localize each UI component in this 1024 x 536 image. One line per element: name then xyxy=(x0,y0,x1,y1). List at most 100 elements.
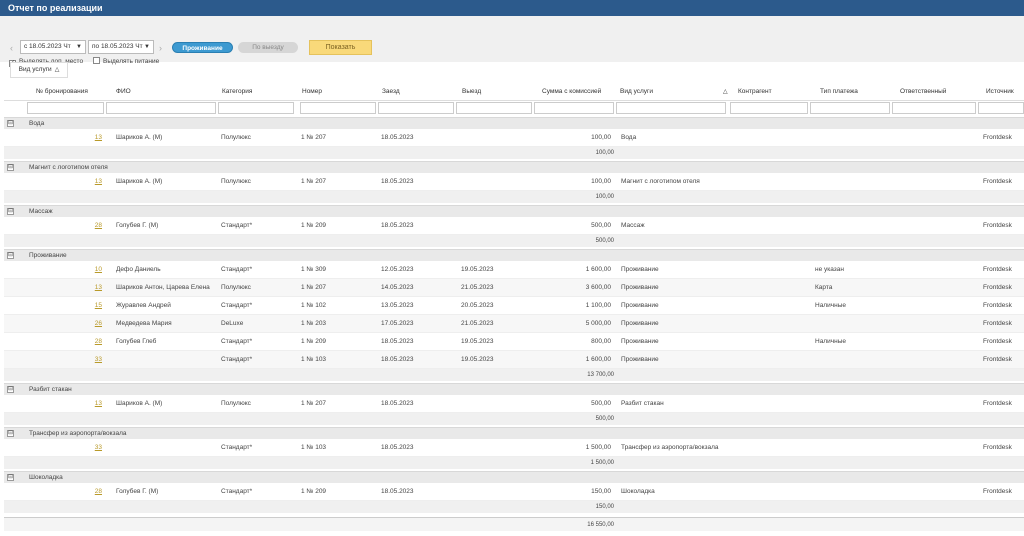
column-filter-input[interactable] xyxy=(730,102,808,114)
report-table: № бронирования ФИО Категория Номер Заезд Выез… xyxy=(4,84,1024,536)
column-header[interactable]: Номер xyxy=(302,84,322,100)
collapse-toggle-icon[interactable]: ⊟ xyxy=(7,474,14,481)
mode-accommodation-button[interactable]: Проживание xyxy=(172,42,233,53)
next-date-arrow-icon[interactable]: › xyxy=(159,43,162,53)
column-filter-input[interactable] xyxy=(534,102,614,114)
table-row[interactable]: 13 Шариков А. (М) Полулюкс 1 № 207 18.05.202… xyxy=(4,129,1024,147)
amount: 3 600,00 xyxy=(585,284,611,291)
booking-number-link[interactable]: 33 xyxy=(74,351,102,369)
table-row[interactable]: 13 Шариков А. (М) Полулюкс 1 № 207 18.05.202… xyxy=(4,395,1024,413)
collapse-toggle-icon[interactable]: ⊟ xyxy=(7,120,14,127)
collapse-toggle-icon[interactable]: ⊟ xyxy=(7,208,14,215)
sort-asc-icon[interactable]: △ xyxy=(723,84,728,100)
room-category: Стандарт* xyxy=(221,222,253,229)
service-type: Шоколадка xyxy=(621,488,655,495)
booking-number-link[interactable]: 13 xyxy=(74,279,102,297)
group-name: Массаж xyxy=(29,208,53,215)
amount: 500,00 xyxy=(591,400,611,407)
collapse-toggle-icon[interactable]: ⊟ xyxy=(7,386,14,393)
group-header[interactable]: ⊟ Шоколадка xyxy=(4,471,1024,483)
source: Frontdesk xyxy=(983,400,1012,407)
booking-number-link[interactable]: 13 xyxy=(74,395,102,413)
source: Frontdesk xyxy=(983,178,1012,185)
column-filter-input[interactable] xyxy=(27,102,104,114)
guest-name: Голубев Г. (М) xyxy=(116,488,159,495)
table-row[interactable]: 13 Шариков А. (М) Полулюкс 1 № 207 18.05.202… xyxy=(4,173,1024,191)
room-number: 1 № 207 xyxy=(301,134,327,141)
booking-number-link[interactable]: 28 xyxy=(74,483,102,501)
booking-number-link[interactable]: 13 xyxy=(74,173,102,191)
group-subtotal-row: 13 700,00 xyxy=(4,369,1024,381)
booking-number-link[interactable]: 10 xyxy=(74,261,102,279)
column-header[interactable]: ФИО xyxy=(116,84,131,100)
table-row[interactable]: 26 Медведева Мария DeLuxe 1 № 203 17.05.2023… xyxy=(4,315,1024,333)
table-row[interactable]: 33 Стандарт* 1 № 103 18.05.2023 19.05.2023 1 … xyxy=(4,351,1024,369)
column-header[interactable]: Выезд xyxy=(462,84,481,100)
amount: 800,00 xyxy=(591,338,611,345)
group-header[interactable]: ⊟ Разбит стакан xyxy=(4,383,1024,395)
group-header[interactable]: ⊟ Магнит с логотипом отеля xyxy=(4,161,1024,173)
room-number: 1 № 309 xyxy=(301,266,327,273)
collapse-toggle-icon[interactable]: ⊟ xyxy=(7,252,14,259)
booking-number-link[interactable]: 28 xyxy=(74,217,102,235)
booking-number-link[interactable]: 13 xyxy=(74,129,102,147)
table-row[interactable]: 15 Журавлев Андрей Стандарт* 1 № 102 13.05.2… xyxy=(4,297,1024,315)
column-filter-input[interactable] xyxy=(378,102,454,114)
chevron-down-icon: ▼ xyxy=(144,44,150,50)
column-header[interactable]: Тип платежа xyxy=(820,84,858,100)
booking-number-link[interactable]: 15 xyxy=(74,297,102,315)
column-header[interactable]: № бронирования xyxy=(36,84,88,100)
table-row[interactable]: 28 Голубев Глеб Стандарт* 1 № 209 18.05.2023… xyxy=(4,333,1024,351)
column-header[interactable]: Сумма с комиссией xyxy=(542,84,601,100)
column-filter-input[interactable] xyxy=(300,102,376,114)
column-filter-input[interactable] xyxy=(978,102,1024,114)
collapse-toggle-icon[interactable]: ⊟ xyxy=(7,164,14,171)
table-row[interactable]: 28 Голубев Г. (М) Стандарт* 1 № 209 18.05.20… xyxy=(4,217,1024,235)
service-type: Вода xyxy=(621,134,637,141)
column-filter-input[interactable] xyxy=(616,102,726,114)
group-header[interactable]: ⊟ Вода xyxy=(4,117,1024,129)
group-name: Магнит с логотипом отеля xyxy=(29,164,108,171)
column-header[interactable]: Ответственный xyxy=(900,84,946,100)
date-to-select[interactable]: по 18.05.2023 Чт ▼ xyxy=(88,40,154,54)
amount: 150,00 xyxy=(591,488,611,495)
show-button[interactable]: Показать xyxy=(309,40,372,55)
room-number: 1 № 207 xyxy=(301,400,327,407)
prev-date-arrow-icon[interactable]: ‹ xyxy=(10,43,13,53)
group-subtotal-row: 500,00 xyxy=(4,413,1024,425)
group-header[interactable]: ⊟ Трансфер из аэропорта/вокзала xyxy=(4,427,1024,439)
table-row[interactable]: 13 Шариков Антон, Царева Елена Полулюкс 1 №… xyxy=(4,279,1024,297)
mode-checkout-button[interactable]: По выезду xyxy=(238,42,298,53)
check-in-date: 17.05.2023 xyxy=(381,320,414,327)
column-header[interactable]: Категория xyxy=(222,84,252,100)
column-filter-input[interactable] xyxy=(456,102,532,114)
room-number: 1 № 209 xyxy=(301,488,327,495)
table-row[interactable]: 28 Голубев Г. (М) Стандарт* 1 № 209 18.05.20… xyxy=(4,483,1024,501)
column-filter-input[interactable] xyxy=(892,102,976,114)
group-name: Проживание xyxy=(29,252,67,259)
food-checkbox[interactable]: Выделять питание xyxy=(93,57,159,66)
column-header[interactable]: Источник xyxy=(986,84,1014,100)
column-header[interactable]: Контрагент xyxy=(738,84,772,100)
group-header[interactable]: ⊟ Массаж xyxy=(4,205,1024,217)
column-filter-input[interactable] xyxy=(810,102,890,114)
source: Frontdesk xyxy=(983,356,1012,363)
column-filter-input[interactable] xyxy=(106,102,216,114)
payment-type: Наличные xyxy=(815,302,846,309)
group-header[interactable]: ⊟ Проживание xyxy=(4,249,1024,261)
booking-number-link[interactable]: 28 xyxy=(74,333,102,351)
page-title: Отчет по реализации xyxy=(0,0,1024,16)
source: Frontdesk xyxy=(983,134,1012,141)
booking-number-link[interactable]: 26 xyxy=(74,315,102,333)
date-from-select[interactable]: с 18.05.2023 Чт ▼ xyxy=(20,40,86,54)
column-filter-input[interactable] xyxy=(218,102,294,114)
group-by-service-button[interactable]: Вид услуги △ xyxy=(10,62,68,78)
collapse-toggle-icon[interactable]: ⊟ xyxy=(7,430,14,437)
column-header[interactable]: Вид услуги △ xyxy=(620,84,728,100)
booking-number-link[interactable]: 33 xyxy=(74,439,102,457)
table-row[interactable]: 10 Дефо Даниель Стандарт* 1 № 309 12.05.2023… xyxy=(4,261,1024,279)
check-in-date: 18.05.2023 xyxy=(381,400,414,407)
column-header[interactable]: Заезд xyxy=(382,84,400,100)
table-row[interactable]: 33 Стандарт* 1 № 103 18.05.2023 1 500,00 Тран… xyxy=(4,439,1024,457)
grand-total-row: 16 550,00 xyxy=(4,517,1024,531)
